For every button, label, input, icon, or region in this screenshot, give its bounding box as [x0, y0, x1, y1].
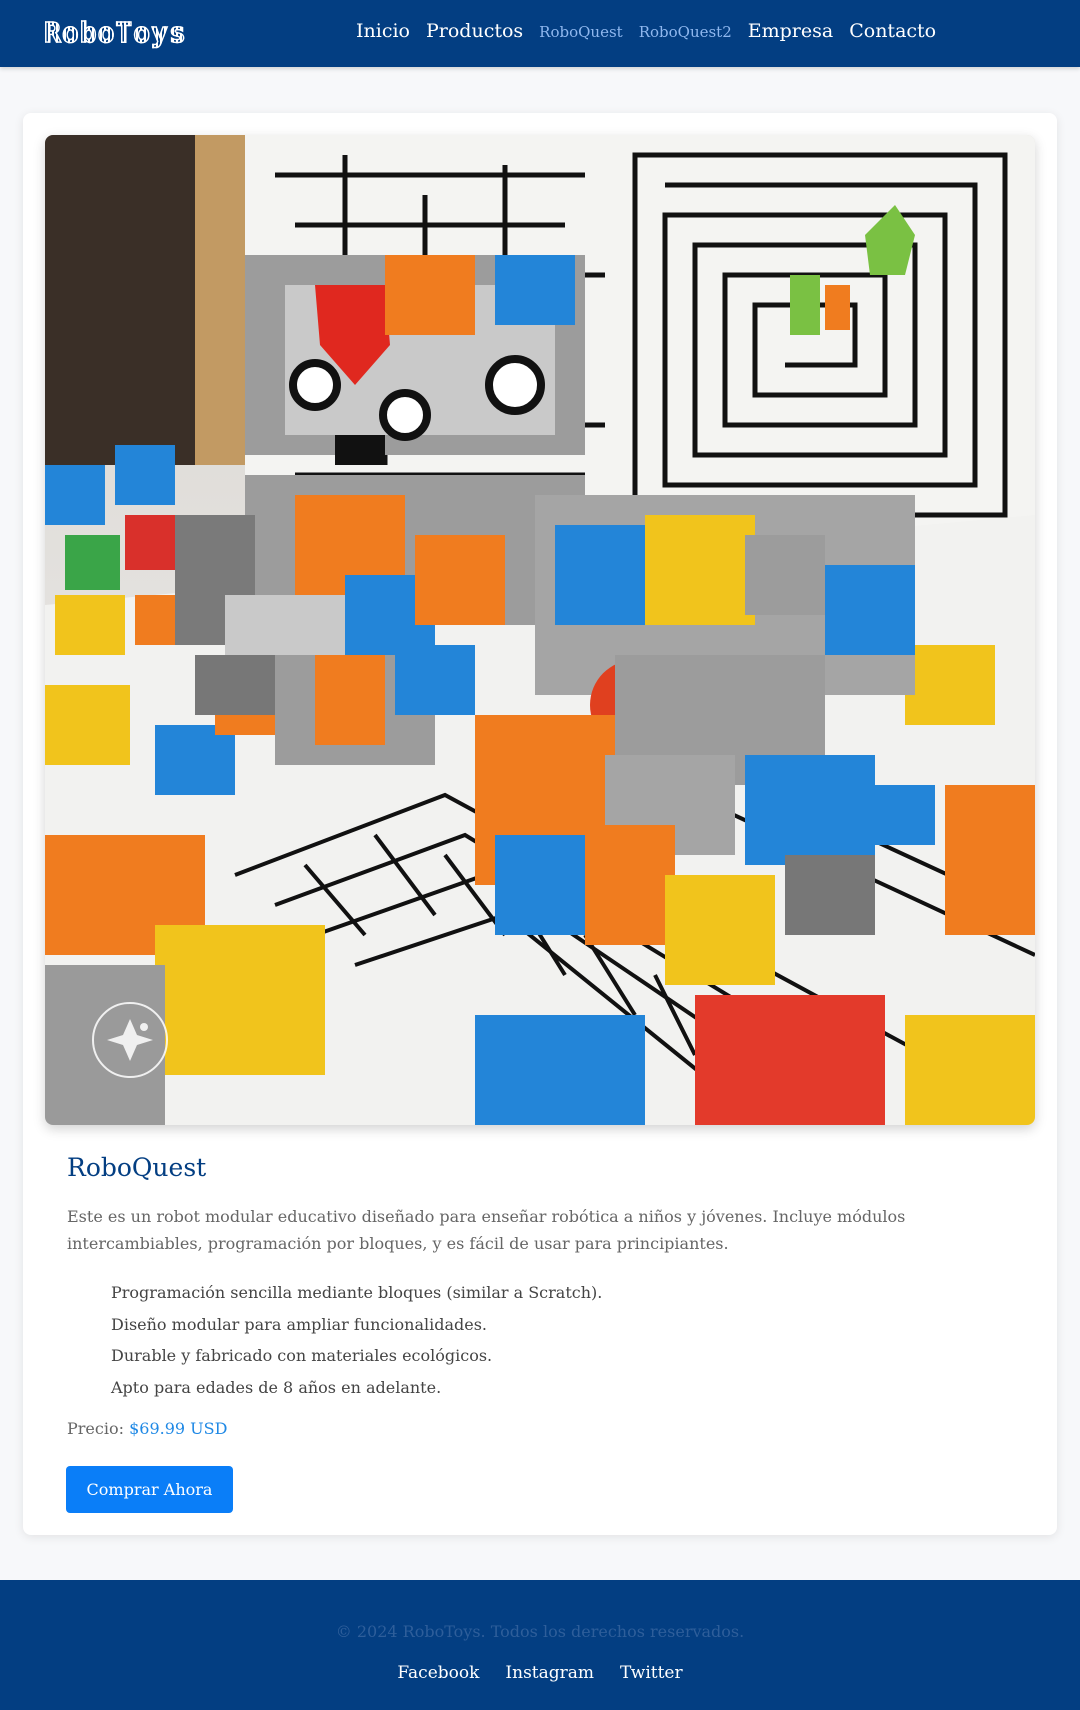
brand-logo[interactable]: RoboToys: [43, 15, 187, 49]
navbar: RoboToys Inicio Productos RoboQuest Robo…: [0, 0, 1080, 67]
feature-item: Programación sencilla mediante bloques (…: [111, 1283, 603, 1302]
nav-link-roboquest2[interactable]: RoboQuest2: [639, 23, 732, 41]
feature-item: Apto para edades de 8 años en adelante.: [111, 1377, 442, 1397]
facebook-link[interactable]: Facebook: [397, 1663, 479, 1683]
twitter-link[interactable]: Twitter: [620, 1663, 683, 1683]
nav-link-inicio[interactable]: Inicio: [356, 20, 410, 42]
price-label: Precio:: [67, 1419, 124, 1438]
product-description: Este es un robot modular educativo diseñ…: [67, 1207, 906, 1253]
product-title: RoboQuest: [67, 1153, 207, 1182]
main-nav: Inicio Productos RoboQuest RoboQuest2 Em…: [356, 20, 952, 42]
social-links: Facebook Instagram Twitter: [0, 1663, 1080, 1683]
footer: © 2024 RoboToys. Todos los derechos rese…: [0, 1580, 1080, 1710]
copyright-text: © 2024 RoboToys. Todos los derechos rese…: [335, 1622, 745, 1641]
nav-link-productos[interactable]: Productos: [426, 20, 523, 42]
nav-link-contacto[interactable]: Contacto: [849, 20, 936, 42]
nav-link-empresa[interactable]: Empresa: [748, 20, 833, 42]
price-value: $69.99 USD: [129, 1419, 228, 1438]
feature-item: Diseño modular para ampliar funcionalida…: [111, 1314, 488, 1334]
feature-list: Programación sencilla mediante bloques (…: [111, 1277, 602, 1403]
feature-item: Durable y fabricado con materiales ecoló…: [111, 1346, 493, 1365]
product-card: RoboQuest Este es un robot modular educa…: [23, 113, 1057, 1535]
buy-now-button[interactable]: Comprar Ahora: [66, 1466, 233, 1513]
product-image: [45, 135, 1035, 1125]
instagram-link[interactable]: Instagram: [505, 1663, 594, 1683]
price: Precio: $69.99 USD: [67, 1419, 227, 1438]
nav-link-roboquest[interactable]: RoboQuest: [539, 23, 623, 41]
